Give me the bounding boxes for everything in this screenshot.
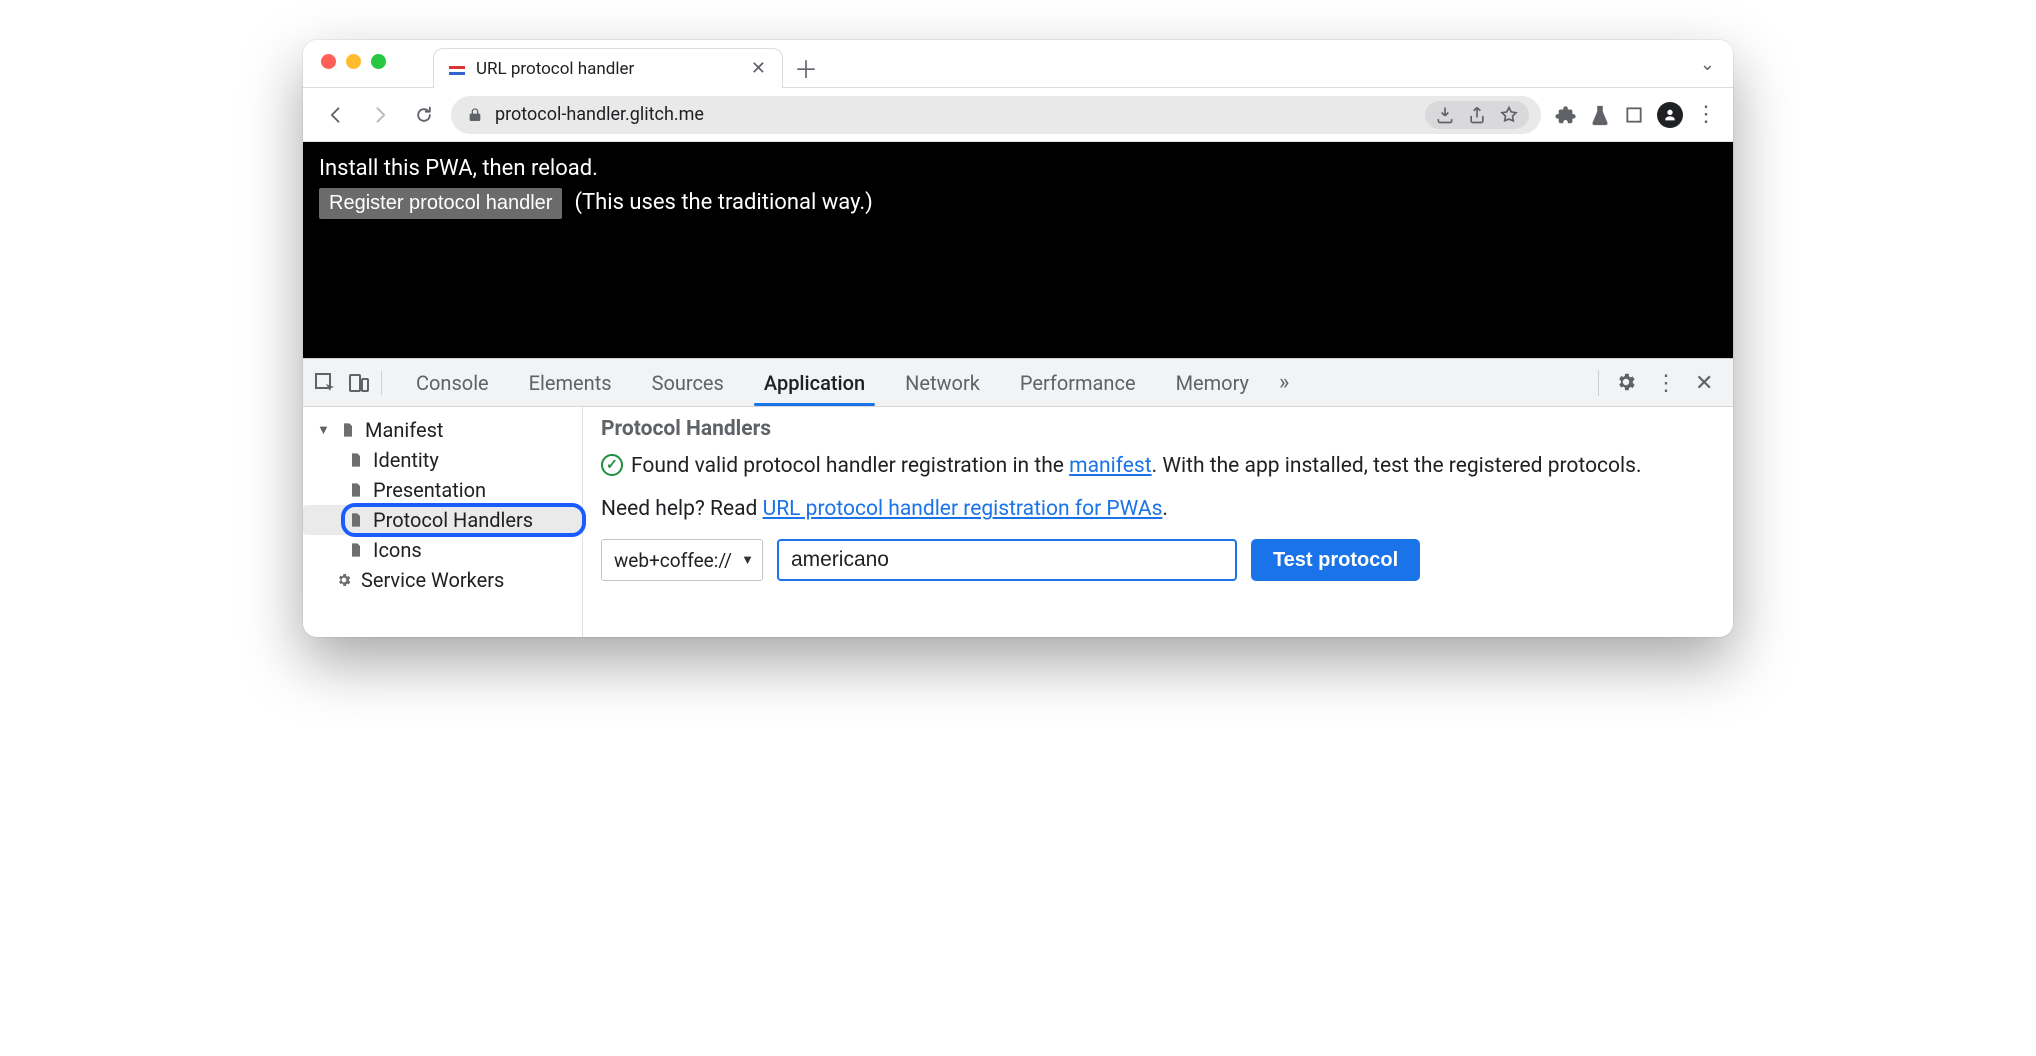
tree-label: Identity xyxy=(373,448,439,472)
devtools-tabbar: Console Elements Sources Application Net… xyxy=(303,359,1733,407)
status-text-post: . With the app installed, test the regis… xyxy=(1152,454,1642,478)
bookmark-star-icon[interactable] xyxy=(1499,105,1519,125)
devtools-close-icon[interactable]: ✕ xyxy=(1695,371,1719,395)
tree-label: Service Workers xyxy=(361,568,504,592)
inspect-element-icon[interactable] xyxy=(313,371,337,395)
devtools-tab-memory[interactable]: Memory xyxy=(1158,361,1267,405)
status-text-pre: Found valid protocol handler registratio… xyxy=(631,454,1069,478)
devtools-more-tabs-icon[interactable]: » xyxy=(1271,370,1297,395)
tree-protocol-handlers[interactable]: Protocol Handlers xyxy=(303,505,582,535)
tree-identity[interactable]: Identity xyxy=(303,445,582,475)
close-window-button[interactable] xyxy=(321,54,336,69)
labs-icon[interactable] xyxy=(1589,104,1611,126)
register-note: (This uses the traditional way.) xyxy=(574,188,872,218)
devtools-menu-icon[interactable]: ⋮ xyxy=(1655,371,1679,395)
protocol-value-input[interactable] xyxy=(777,539,1237,581)
back-button[interactable] xyxy=(319,98,353,132)
tab-title: URL protocol handler xyxy=(476,59,739,79)
file-icon xyxy=(347,541,365,559)
protocol-scheme-value: web+coffee:// xyxy=(614,549,732,572)
disclosure-icon: ▼ xyxy=(317,422,331,438)
help-link[interactable]: URL protocol handler registration for PW… xyxy=(763,497,1163,521)
tree-label: Manifest xyxy=(365,418,443,442)
tabs-menu-icon[interactable]: ⌄ xyxy=(1700,54,1715,75)
page-instruction: Install this PWA, then reload. xyxy=(319,154,1717,184)
omnibox-actions xyxy=(1425,101,1529,129)
browser-window: URL protocol handler ✕ ＋ ⌄ protocol-hand… xyxy=(303,40,1733,637)
devtools-divider xyxy=(1598,370,1599,396)
address-bar[interactable]: protocol-handler.glitch.me xyxy=(451,96,1541,134)
address-text: protocol-handler.glitch.me xyxy=(495,104,1403,125)
devtools: Console Elements Sources Application Net… xyxy=(303,358,1733,637)
tree-label: Protocol Handlers xyxy=(373,508,533,532)
browser-tab[interactable]: URL protocol handler ✕ xyxy=(433,48,783,88)
file-icon xyxy=(347,511,365,529)
protocol-scheme-select[interactable]: web+coffee:// ▼ xyxy=(601,539,763,581)
file-icon xyxy=(339,421,357,439)
devtools-tab-elements[interactable]: Elements xyxy=(511,361,630,405)
devtools-tab-console[interactable]: Console xyxy=(398,361,507,405)
file-icon xyxy=(347,481,365,499)
help-line: Need help? Read URL protocol handler reg… xyxy=(601,497,1715,521)
tree-manifest[interactable]: ▼ Manifest xyxy=(303,415,582,445)
tree-label: Presentation xyxy=(373,478,486,502)
omnibox-chip xyxy=(1425,101,1529,129)
share-icon[interactable] xyxy=(1467,105,1487,125)
profile-avatar[interactable] xyxy=(1657,102,1683,128)
lock-icon xyxy=(467,107,483,123)
page-content: Install this PWA, then reload. Register … xyxy=(303,142,1733,358)
devtools-tab-network[interactable]: Network xyxy=(887,361,998,405)
devtools-tab-performance[interactable]: Performance xyxy=(1002,361,1154,405)
manifest-link[interactable]: manifest xyxy=(1069,454,1151,478)
chevron-down-icon: ▼ xyxy=(741,552,754,568)
tree-icons[interactable]: Icons xyxy=(303,535,582,565)
file-icon xyxy=(347,451,365,469)
checkmark-icon xyxy=(601,454,623,476)
tabstrip: URL protocol handler ✕ ＋ xyxy=(433,40,823,87)
status-text: Found valid protocol handler registratio… xyxy=(631,451,1642,481)
protocol-tester: web+coffee:// ▼ Test protocol xyxy=(601,539,1715,581)
test-protocol-button[interactable]: Test protocol xyxy=(1251,539,1420,581)
help-text-pre: Need help? Read xyxy=(601,497,763,521)
titlebar: URL protocol handler ✕ ＋ ⌄ xyxy=(303,40,1733,88)
toolbar: protocol-handler.glitch.me xyxy=(303,88,1733,142)
devtools-settings-icon[interactable] xyxy=(1615,371,1639,395)
window-controls xyxy=(321,54,386,69)
tree-service-workers[interactable]: Service Workers xyxy=(303,565,582,595)
reload-button[interactable] xyxy=(407,98,441,132)
protocol-handlers-panel: Protocol Handlers Found valid protocol h… xyxy=(583,407,1733,637)
devtools-body: ▼ Manifest Identity Presentation Protoco… xyxy=(303,407,1733,637)
new-tab-button[interactable]: ＋ xyxy=(789,50,823,84)
register-protocol-button[interactable]: Register protocol handler xyxy=(319,188,562,219)
extensions-icon[interactable] xyxy=(1555,104,1577,126)
panel-heading: Protocol Handlers xyxy=(601,417,1715,441)
devtools-tab-sources[interactable]: Sources xyxy=(634,361,742,405)
close-tab-button[interactable]: ✕ xyxy=(749,58,768,79)
gear-icon xyxy=(335,571,353,589)
minimize-window-button[interactable] xyxy=(346,54,361,69)
install-app-icon[interactable] xyxy=(1435,105,1455,125)
forward-button[interactable] xyxy=(363,98,397,132)
favicon-icon xyxy=(448,60,466,78)
devtools-tab-application[interactable]: Application xyxy=(746,361,883,405)
toolbar-right: ⋮ xyxy=(1555,102,1717,128)
device-toolbar-icon[interactable] xyxy=(347,371,371,395)
maximize-window-button[interactable] xyxy=(371,54,386,69)
menu-icon[interactable]: ⋮ xyxy=(1695,104,1717,126)
help-text-post: . xyxy=(1162,497,1168,521)
status-message: Found valid protocol handler registratio… xyxy=(601,451,1715,481)
tree-label: Icons xyxy=(373,538,422,562)
application-sidebar: ▼ Manifest Identity Presentation Protoco… xyxy=(303,407,583,637)
reading-list-icon[interactable] xyxy=(1623,104,1645,126)
tree-presentation[interactable]: Presentation xyxy=(303,475,582,505)
